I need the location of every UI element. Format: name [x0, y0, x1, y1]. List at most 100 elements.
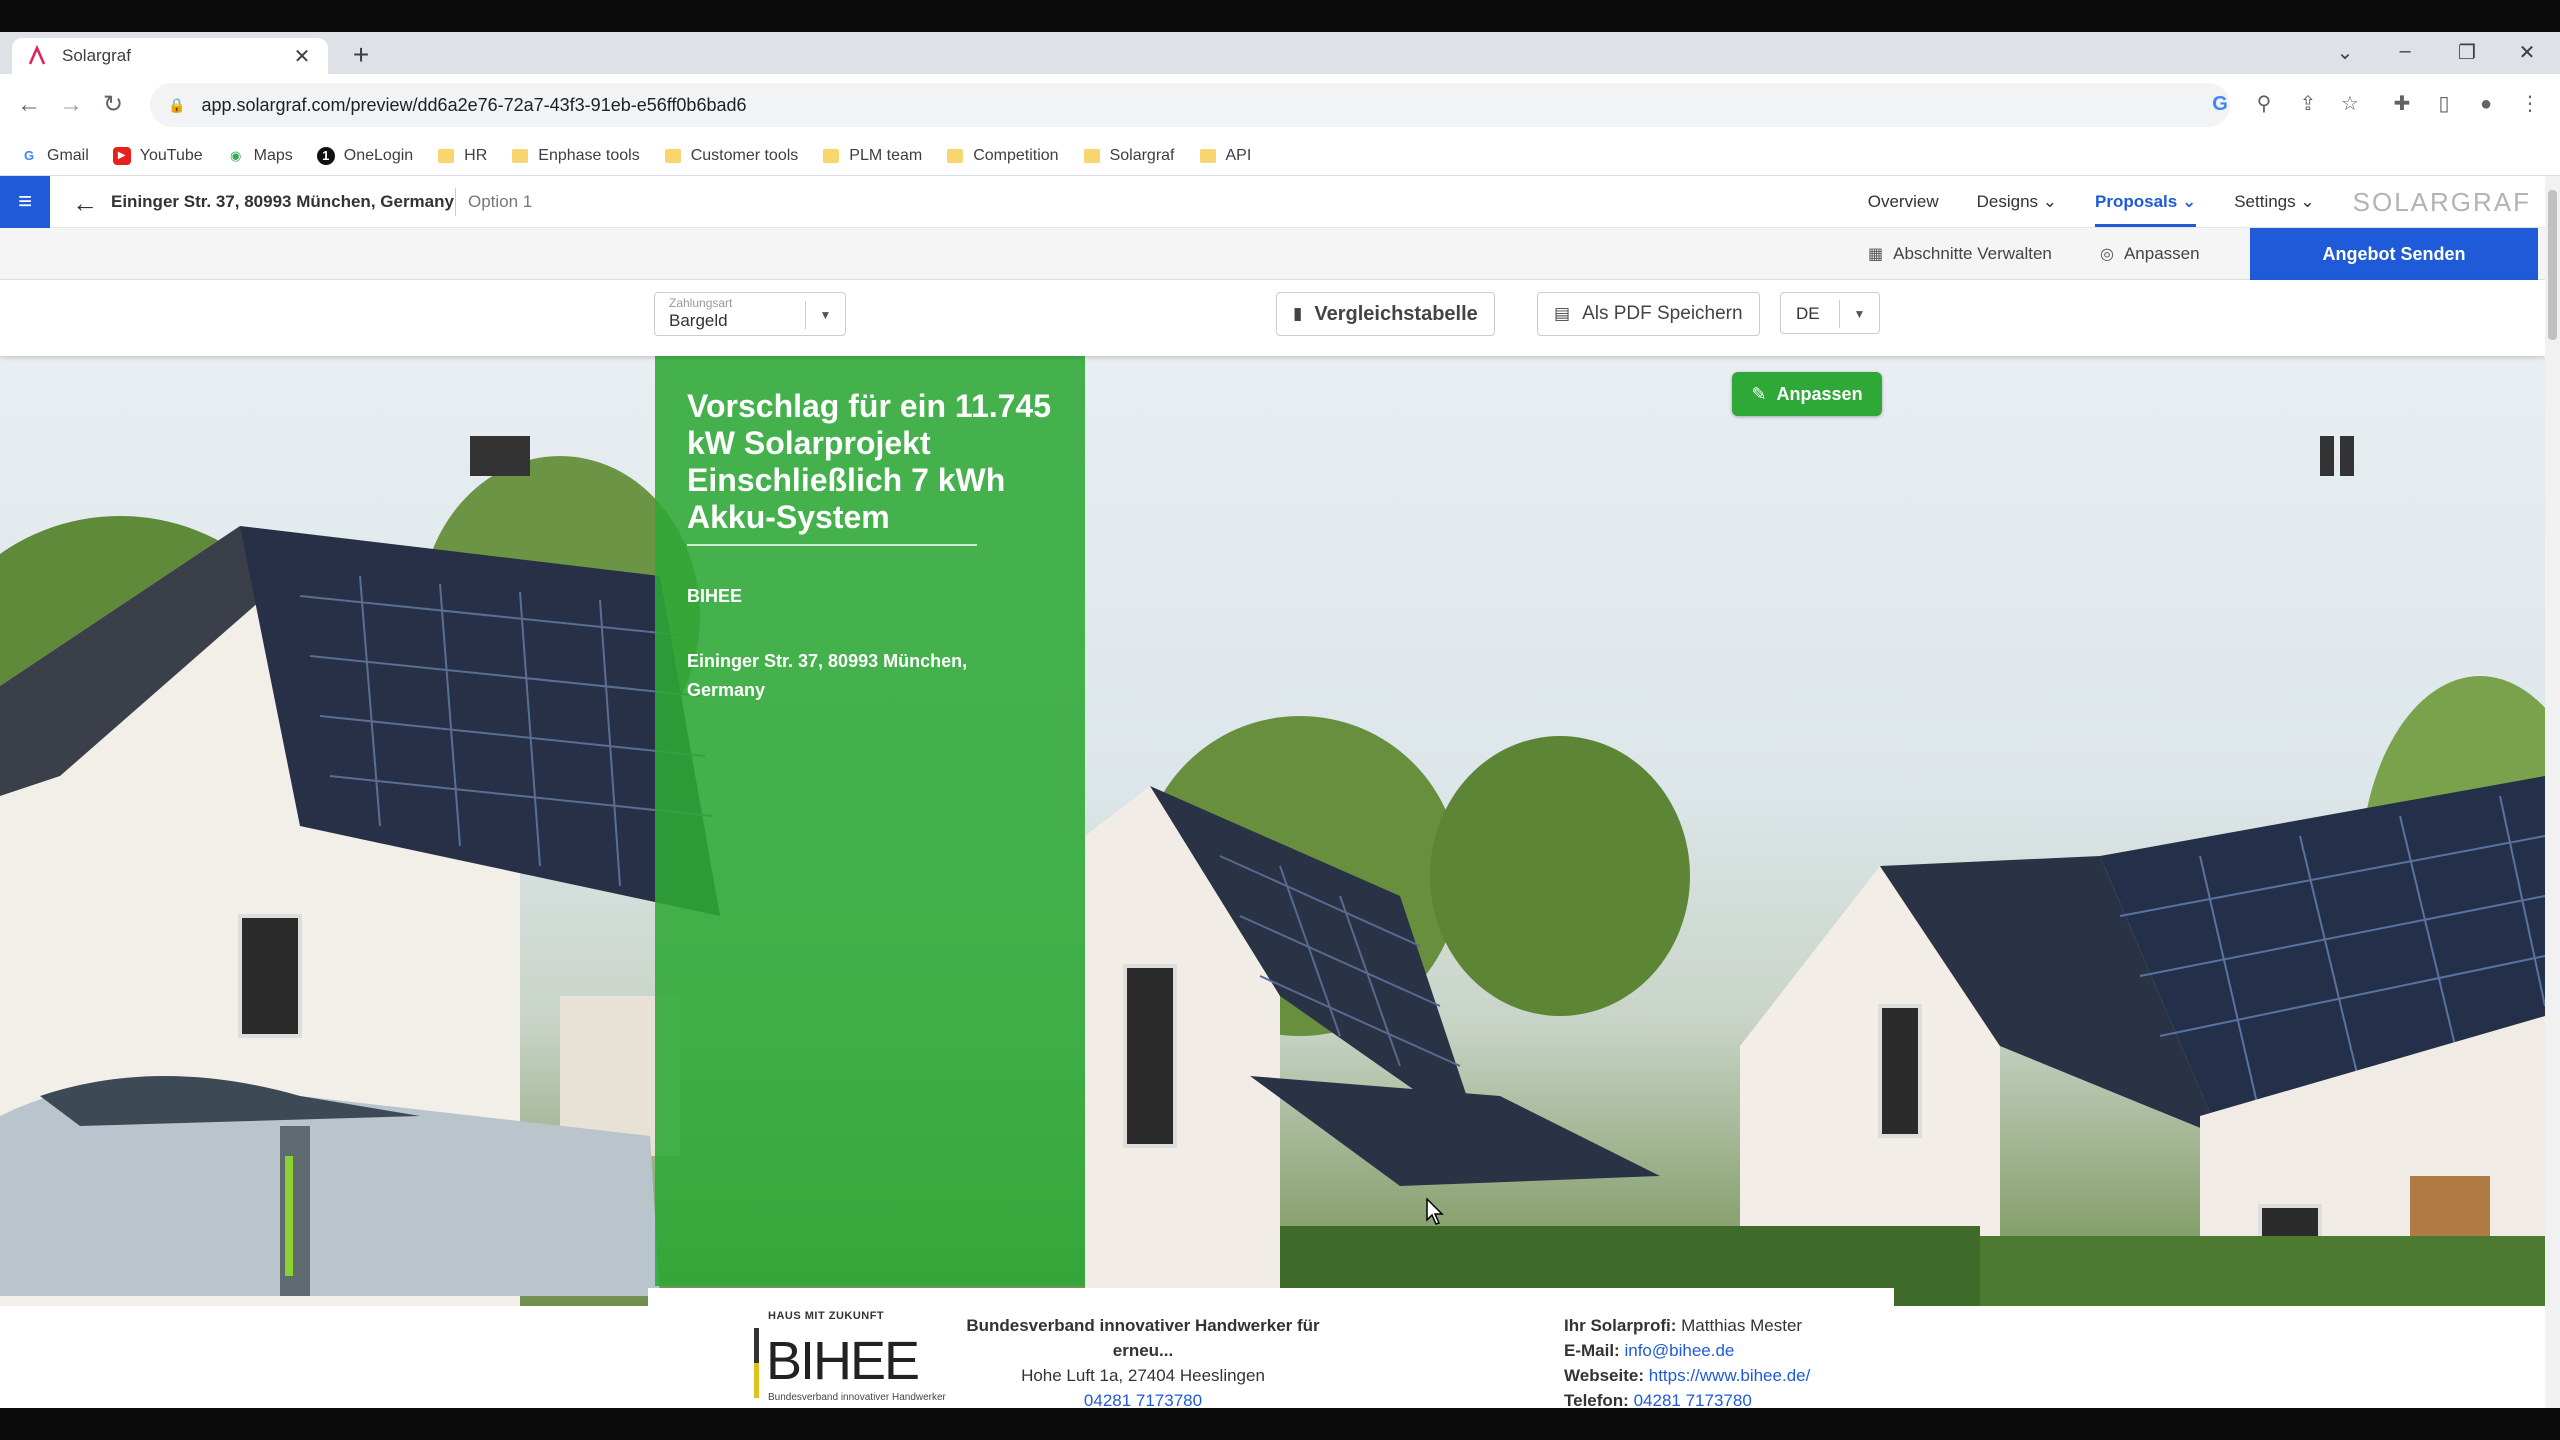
header-divider	[455, 188, 456, 216]
phone-link[interactable]: 04281 7173780	[1634, 1391, 1752, 1408]
send-offer-button[interactable]: Angebot Senden	[2250, 228, 2538, 280]
onelogin-icon: 1	[316, 146, 335, 165]
caret-down-icon: ▼	[1839, 300, 1879, 328]
save-pdf-button[interactable]: ▤ Als PDF Speichern	[1537, 292, 1760, 336]
back-arrow-icon[interactable]: ←	[72, 188, 98, 219]
google-icon: G	[23, 148, 35, 163]
restore-icon[interactable]: ❐	[2452, 40, 2482, 65]
website-link[interactable]: https://www.bihee.de/	[1649, 1366, 1811, 1385]
proposal-controls: Zahlungsart Bargeld ▼ ▮ Vergleichstabell…	[0, 280, 2545, 356]
browser-tabbar: Solargraf ✕ + ⌄ – ❐ ✕	[0, 32, 2560, 74]
hero-house-image	[0, 436, 2545, 1306]
chrome-menu-icon[interactable]: ⋮	[2516, 90, 2544, 118]
address-bar[interactable]: 🔒 app.solargraf.com/preview/dd6a2e76-72a…	[150, 83, 2230, 127]
browser-tab[interactable]: Solargraf ✕	[12, 38, 328, 74]
folder-icon	[946, 147, 964, 165]
folder-icon	[511, 147, 529, 165]
youtube-icon: ▶	[112, 146, 131, 165]
email-link[interactable]: info@bihee.de	[1624, 1341, 1734, 1360]
new-tab-icon[interactable]: +	[346, 40, 376, 70]
google-lens-icon[interactable]: G	[2206, 90, 2234, 118]
proposal-title-panel: Vorschlag für ein 11.745 kW Solarprojekt…	[655, 356, 1085, 1286]
bookmark-gmail[interactable]: G Gmail	[20, 147, 89, 165]
side-panel-icon[interactable]: ▯	[2430, 90, 2458, 118]
solargraf-logo: SOLARGRAF	[2352, 186, 2531, 217]
chevron-down-icon: ⌄	[2042, 192, 2058, 211]
minimize-icon[interactable]: –	[2390, 40, 2420, 63]
option-label[interactable]: Option 1	[468, 192, 532, 212]
contact-info: Ihr Solarprofi: Matthias Mester E-Mail: …	[1564, 1316, 1811, 1408]
pdf-icon: ▤	[1554, 304, 1571, 323]
bar-chart-icon: ▮	[1293, 304, 1303, 323]
bookmark-api[interactable]: API	[1199, 147, 1251, 165]
browser-back-icon[interactable]: ←	[12, 88, 46, 122]
edit-hero-button[interactable]: ✎ Anpassen	[1732, 372, 1882, 416]
company-phone-link[interactable]: 04281 7173780	[948, 1388, 1338, 1408]
nav-proposals[interactable]: Proposals ⌄	[2095, 192, 2197, 227]
solar-pro-name: Matthias Mester	[1681, 1316, 1803, 1335]
screen-bottom-edge	[0, 1408, 2560, 1440]
bookmark-customer-tools[interactable]: Customer tools	[664, 147, 798, 165]
company-address: Hohe Luft 1a, 27404 Heeslingen	[1021, 1366, 1265, 1385]
proposal-title: Vorschlag für ein 11.745 kW Solarprojekt…	[687, 388, 1052, 535]
folder-icon	[822, 147, 840, 165]
language-select[interactable]: DE ▼	[1780, 292, 1880, 334]
page-scrollbar[interactable]	[2545, 176, 2560, 1408]
maps-pin-icon: ◉	[229, 147, 242, 163]
grid-icon: ▦	[1868, 246, 1884, 263]
proposal-action-bar: ▦ Abschnitte Verwalten ◎ Anpassen Angebo…	[0, 228, 2545, 280]
solargraf-favicon-icon	[28, 45, 46, 65]
payment-method-value: Bargeld	[669, 311, 728, 330]
extensions-icon[interactable]: ✚	[2388, 90, 2416, 118]
bookmarks-bar: G Gmail ▶ YouTube ◉ Maps 1 OneLogin HR Enpha…	[0, 136, 2560, 176]
window-close-icon[interactable]: ✕	[2512, 40, 2542, 65]
folder-icon	[664, 147, 682, 165]
payment-method-label: Zahlungsart	[669, 296, 733, 310]
browser-forward-icon[interactable]: →	[54, 88, 88, 122]
tab-close-icon[interactable]: ✕	[290, 44, 314, 69]
nav-designs[interactable]: Designs ⌄	[1977, 192, 2057, 212]
chevron-down-icon: ⌄	[2181, 192, 2197, 211]
hero-section: Vorschlag für ein 11.745 kW Solarprojekt…	[0, 356, 2545, 1306]
reload-icon[interactable]: ↻	[96, 88, 130, 122]
bookmark-solargraf[interactable]: Solargraf	[1083, 147, 1175, 165]
folder-icon	[1199, 147, 1217, 165]
bookmark-maps[interactable]: ◉ Maps	[227, 147, 293, 165]
bookmark-youtube[interactable]: ▶ YouTube	[112, 146, 203, 165]
bookmark-plm-team[interactable]: PLM team	[822, 147, 922, 165]
payment-method-select[interactable]: Zahlungsart Bargeld ▼	[654, 292, 846, 336]
customize-link[interactable]: ◎ Anpassen	[2100, 244, 2200, 264]
hamburger-menu-icon[interactable]: ≡	[0, 176, 50, 228]
company-info: Bundesverband innovativer Handwerker für…	[948, 1313, 1338, 1408]
url-text: app.solargraf.com/preview/dd6a2e76-72a7-…	[201, 94, 747, 115]
bookmark-enphase-tools[interactable]: Enphase tools	[511, 147, 640, 165]
comparison-table-button[interactable]: ▮ Vergleichstabelle	[1276, 292, 1495, 336]
browser-toolbar: ← → ↻ 🔒 app.solargraf.com/preview/dd6a2e…	[0, 74, 2560, 136]
customer-address: Eininger Str. 37, 80993 München, Germany	[687, 651, 968, 700]
bookmark-hr[interactable]: HR	[437, 147, 487, 165]
nav-overview[interactable]: Overview	[1868, 192, 1939, 212]
screen-top-edge	[0, 0, 2560, 32]
folder-icon	[1083, 147, 1101, 165]
project-address: Eininger Str. 37, 80993 München, Germany	[111, 192, 454, 211]
bookmark-star-icon[interactable]: ☆	[2336, 90, 2364, 118]
app-viewport: ≡ ← Eininger Str. 37, 80993 München, Ger…	[0, 176, 2545, 1408]
share-icon[interactable]: ⇪	[2294, 90, 2322, 118]
scrollbar-thumb[interactable]	[2548, 190, 2557, 340]
language-value: DE	[1796, 304, 1820, 323]
lock-icon: 🔒	[168, 96, 186, 113]
mouse-cursor-icon	[1426, 1198, 1444, 1225]
nav-settings[interactable]: Settings ⌄	[2234, 192, 2314, 212]
chevron-down-icon: ⌄	[2300, 192, 2315, 211]
bookmark-competition[interactable]: Competition	[946, 147, 1059, 165]
zoom-icon[interactable]: ⚲	[2250, 90, 2278, 118]
app-header: ≡ ← Eininger Str. 37, 80993 München, Ger…	[0, 176, 2545, 228]
profile-icon[interactable]: ●	[2472, 90, 2500, 118]
pencil-icon: ✎	[1751, 383, 1767, 404]
main-nav: Overview Designs ⌄ Proposals ⌄ Settings …	[1868, 176, 2545, 228]
palette-icon: ◎	[2100, 246, 2114, 263]
bookmark-onelogin[interactable]: 1 OneLogin	[316, 146, 413, 165]
tab-search-icon[interactable]: ⌄	[2330, 40, 2360, 65]
caret-down-icon: ▼	[805, 301, 845, 329]
manage-sections-link[interactable]: ▦ Abschnitte Verwalten	[1868, 244, 2052, 264]
